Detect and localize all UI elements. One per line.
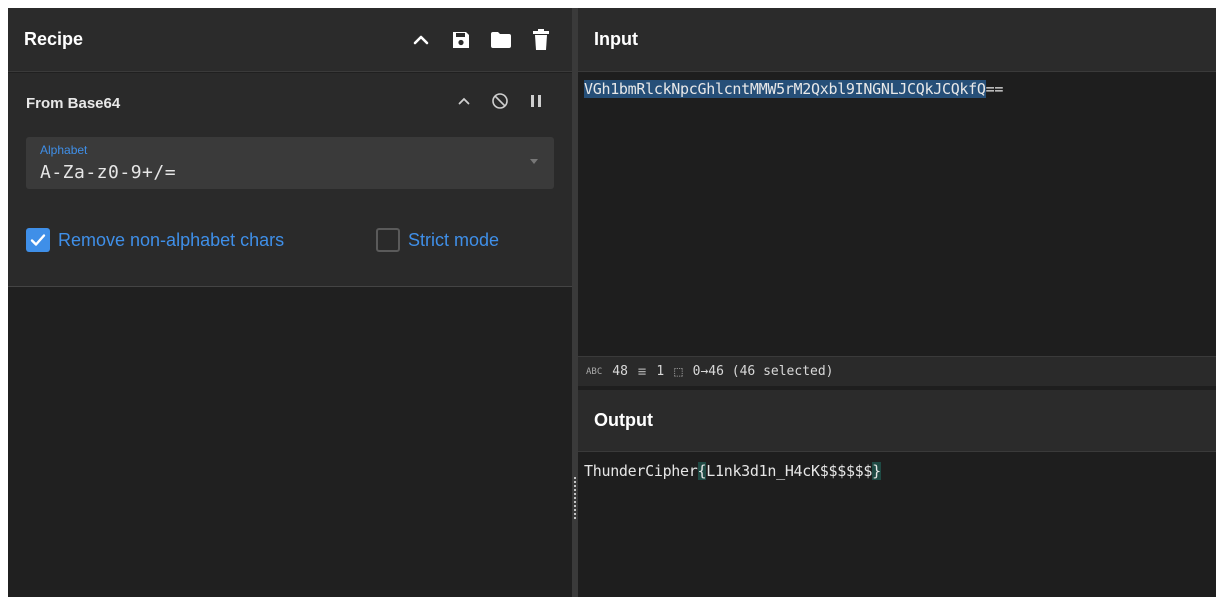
operation-title: From Base64 xyxy=(26,95,121,112)
input-selected-text: VGh1bmRlckNpcGhlcntMMW5rM2Qxbl9INGNLJCQk… xyxy=(584,80,986,98)
input-header: Input xyxy=(578,8,1216,72)
vertical-grip-handle[interactable] xyxy=(574,476,576,520)
output-header: Output xyxy=(578,390,1216,452)
trash-icon[interactable] xyxy=(530,29,552,51)
checkbox-checked-icon xyxy=(26,228,50,252)
alphabet-select[interactable]: Alphabet A-Za-z0-9+/= xyxy=(26,137,554,189)
output-close-brace: } xyxy=(872,462,881,480)
recipe-pane: Recipe From Base64 Alphabet A-Za-z0-9+/=… xyxy=(8,8,572,597)
input-title: Input xyxy=(594,29,638,49)
output-pane: Output ThunderCipher{L1nk3d1n_H4cK$$$$$$… xyxy=(578,390,1216,597)
pause-icon[interactable] xyxy=(526,91,546,111)
input-lines: 1 xyxy=(656,364,665,379)
strict-mode-checkbox[interactable]: Strict mode xyxy=(376,228,499,252)
recipe-header: Recipe xyxy=(8,8,572,72)
input-pane: Input VGh1bmRlckNpcGhlcntMMW5rM2Qxbl9ING… xyxy=(578,8,1216,386)
output-prefix: ThunderCipher xyxy=(584,462,698,480)
folder-icon[interactable] xyxy=(490,29,512,51)
recipe-header-icons xyxy=(410,8,552,72)
dropdown-arrow-icon xyxy=(530,159,538,164)
save-icon[interactable] xyxy=(450,29,472,51)
chevron-up-icon[interactable] xyxy=(410,29,432,51)
input-selection: 0→46 (46 selected) xyxy=(692,364,834,379)
length-icon: ABC xyxy=(586,366,603,377)
remove-non-alphabet-checkbox[interactable]: Remove non-alphabet chars xyxy=(26,228,284,252)
lines-icon: ≡ xyxy=(637,363,647,380)
strict-mode-label: Strict mode xyxy=(408,229,500,250)
input-status-bar: ABC 48 ≡ 1 ⬚ 0→46 (46 selected) xyxy=(578,356,1216,386)
disable-icon[interactable] xyxy=(490,91,510,111)
alphabet-label: Alphabet xyxy=(40,143,88,157)
selection-icon: ⬚ xyxy=(674,363,683,380)
remove-non-alphabet-label: Remove non-alphabet chars xyxy=(58,229,285,250)
input-textarea[interactable]: VGh1bmRlckNpcGhlcntMMW5rM2Qxbl9INGNLJCQk… xyxy=(584,80,1003,98)
input-length: 48 xyxy=(612,364,628,379)
alphabet-value: A-Za-z0-9+/= xyxy=(40,162,177,183)
output-inner: L1nk3d1n_H4cK$$$$$$ xyxy=(706,462,873,480)
checkbox-unchecked-icon xyxy=(376,228,400,252)
operation-from-base64: From Base64 Alphabet A-Za-z0-9+/= Remove… xyxy=(8,73,572,287)
output-textarea[interactable]: ThunderCipher{L1nk3d1n_H4cK$$$$$$} xyxy=(584,462,881,480)
input-unselected-text: == xyxy=(985,80,1004,98)
chevron-up-icon[interactable] xyxy=(454,91,474,111)
recipe-title: Recipe xyxy=(24,29,84,49)
output-title: Output xyxy=(594,410,653,430)
operation-controls xyxy=(454,91,546,111)
cyberchef-app: Recipe From Base64 Alphabet A-Za-z0-9+/=… xyxy=(8,8,1216,597)
output-open-brace: { xyxy=(697,462,707,480)
